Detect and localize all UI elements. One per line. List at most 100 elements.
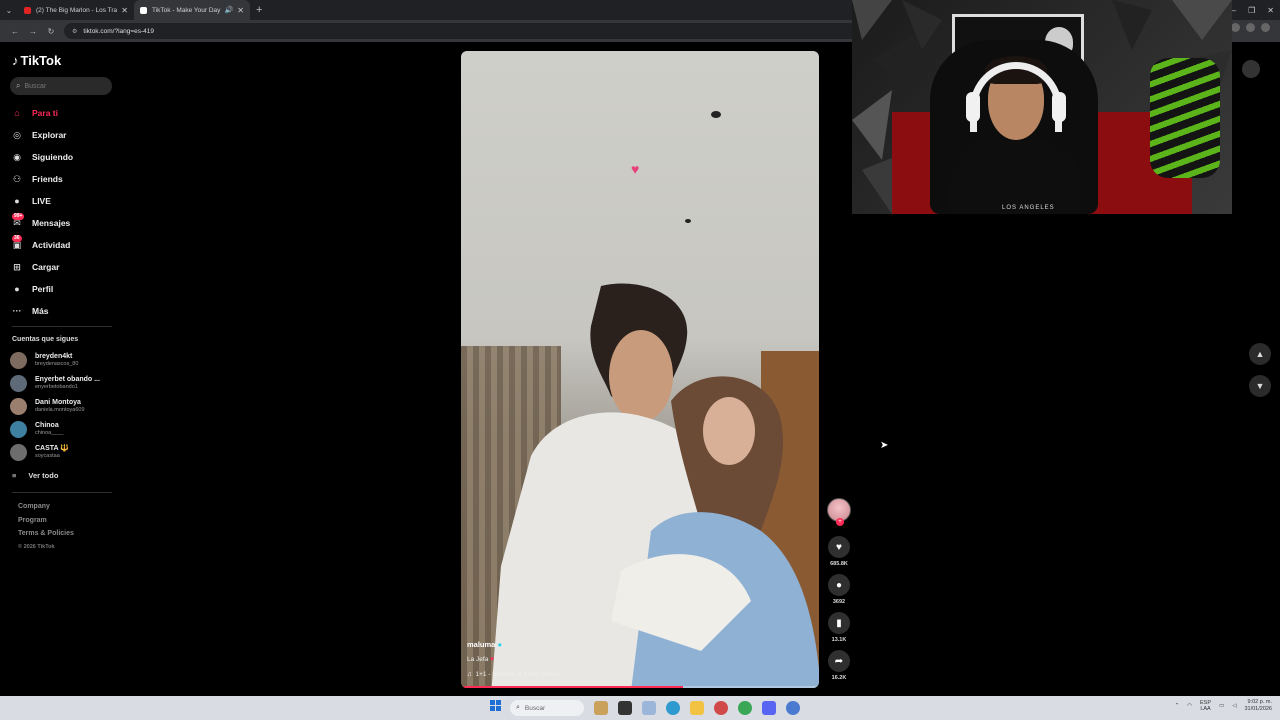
tiktok-note-icon: ♪	[12, 53, 19, 68]
clock-date: 31/01/2026	[1244, 705, 1272, 712]
video-progress-fill	[461, 686, 683, 688]
avatar	[10, 352, 27, 369]
compass-icon: ◎	[13, 129, 21, 140]
sidebar-item-label: Explorar	[32, 130, 67, 140]
task-view-icon[interactable]	[618, 701, 632, 715]
language-indicator[interactable]: ESP LAA	[1200, 700, 1211, 712]
search-box[interactable]: ⌕	[10, 77, 112, 95]
new-tab-button[interactable]: +	[256, 4, 262, 16]
sidebar-item-messages[interactable]: ✉ 99+ Mensajes	[10, 212, 120, 234]
video-progress-bar[interactable]	[461, 686, 819, 688]
account-name: Dani Montoya	[35, 399, 81, 406]
sidebar-item-live[interactable]: ● LIVE	[10, 190, 120, 212]
wifi-icon[interactable]: ◠	[1187, 703, 1192, 709]
user-avatar[interactable]	[1242, 60, 1260, 78]
tiktok-logo[interactable]: ♪ TikTok	[12, 53, 61, 68]
menu-icon[interactable]	[1261, 23, 1270, 32]
search-input[interactable]	[24, 82, 105, 90]
followed-account[interactable]: Chinoa chinoa____	[10, 418, 120, 441]
account-handle: daniela.montoya609	[35, 407, 85, 413]
sidebar-item-more[interactable]: ··· Más	[10, 300, 120, 322]
taskbar-apps	[594, 701, 800, 715]
clock[interactable]: 9:02 p. m. 31/01/2026	[1244, 699, 1272, 712]
save-button[interactable]: ▮	[828, 612, 850, 634]
account-handle: soycastaa	[35, 453, 60, 459]
widgets-icon[interactable]	[594, 701, 608, 715]
followed-account[interactable]: CASTA 🔱 soycastaa	[10, 441, 120, 464]
notification-badge: 36	[12, 235, 22, 242]
account-name: Enyerbet obando ...	[35, 376, 100, 383]
chrome-icon[interactable]	[738, 701, 752, 715]
close-window-icon[interactable]: ✕	[1267, 6, 1274, 15]
snipping-icon[interactable]	[642, 701, 656, 715]
close-tab-icon[interactable]: ✕	[237, 6, 244, 15]
sidebar-item-upload[interactable]: ⊞ Cargar	[10, 256, 120, 278]
followed-account[interactable]: Dani Montoya daniela.montoya609	[10, 395, 120, 418]
sidebar-item-friends[interactable]: ⚇ Friends	[10, 168, 120, 190]
like-button[interactable]: ♥	[828, 536, 850, 558]
footer-link[interactable]: Program	[18, 517, 74, 531]
sidebar-item-following[interactable]: ◉ Siguiendo	[10, 146, 120, 168]
video-music[interactable]: ♫ 1+1 - Maluma & Kany Garcia	[467, 671, 559, 678]
heart-icon: ♥	[836, 541, 842, 553]
share-button[interactable]: ➦	[828, 650, 850, 672]
taskbar-search-placeholder: Buscar	[524, 704, 546, 712]
lang-code: ESP	[1200, 699, 1212, 706]
profile-icon: ●	[14, 284, 20, 294]
footer-link[interactable]: Terms & Policies	[18, 530, 74, 544]
speaker-icon[interactable]: 🔊	[225, 6, 234, 14]
avatar	[10, 421, 27, 438]
upload-icon: ⊞	[13, 261, 21, 272]
network-icon[interactable]: ▭	[1219, 703, 1224, 709]
share-icon: ➦	[834, 655, 844, 667]
tab-search-icon[interactable]: ⌄	[0, 0, 18, 20]
tab-youtube[interactable]: (2) The Big Marlon - Los Trabaj ✕	[18, 0, 134, 20]
video-player[interactable]: ♥ maluma ● La Jefa ♥ ♫ 1+1 - Maluma & Ka…	[461, 51, 819, 688]
follow-plus-icon[interactable]: +	[836, 518, 844, 526]
forward-icon[interactable]: →	[24, 27, 42, 36]
followed-account[interactable]: breyden4kt breydenascos_80	[10, 349, 120, 372]
clock-time: 9:02 p. m.	[1247, 699, 1272, 705]
site-info-icon[interactable]: ⚙	[72, 28, 77, 35]
chevron-up-icon[interactable]: ⌃	[1175, 703, 1180, 709]
account-handle: breydenascos_80	[35, 361, 79, 367]
reload-icon[interactable]: ↻	[42, 27, 60, 36]
discord-icon[interactable]	[762, 701, 776, 715]
save-count: 13.1K	[831, 637, 847, 643]
sidebar-item-label: Cargar	[32, 262, 60, 272]
creator-avatar[interactable]: +	[827, 498, 851, 526]
windows-start-icon[interactable]	[490, 700, 502, 712]
followed-account[interactable]: Enyerbet obando ... enyerbetobando1	[10, 372, 120, 395]
sidebar-item-activity[interactable]: ▣ 36 Actividad	[10, 234, 120, 256]
app-icon[interactable]	[714, 701, 728, 715]
back-icon[interactable]: ←	[6, 27, 24, 36]
profile-avatar-icon[interactable]	[1246, 23, 1255, 32]
app-icon[interactable]	[786, 701, 800, 715]
previous-video-button[interactable]: ▲	[1249, 343, 1271, 365]
see-all-button[interactable]: ≡ Ver todo	[12, 471, 58, 480]
sidebar-item-home[interactable]: ⌂ Para ti	[10, 102, 120, 124]
home-icon: ⌂	[14, 108, 20, 118]
video-description: La Jefa ♥	[467, 656, 494, 663]
heart-sticker-icon: ♥	[631, 161, 640, 177]
file-explorer-icon[interactable]	[690, 701, 704, 715]
edge-icon[interactable]	[666, 701, 680, 715]
close-tab-icon[interactable]: ✕	[121, 6, 128, 15]
sidebar-item-profile[interactable]: ● Perfil	[10, 278, 120, 300]
taskbar-search[interactable]: ⌕ Buscar	[510, 700, 584, 716]
video-username[interactable]: maluma ●	[467, 640, 502, 649]
comment-button[interactable]: ●	[828, 574, 850, 596]
ceiling-light	[685, 219, 691, 223]
gaming-chair	[1150, 58, 1220, 178]
maximize-icon[interactable]: ❐	[1248, 6, 1255, 15]
extension-icon[interactable]	[1231, 23, 1240, 32]
sidebar-item-compass[interactable]: ◎ Explorar	[10, 124, 120, 146]
volume-icon[interactable]: ◁	[1232, 703, 1236, 709]
windows-taskbar: ⌕ Buscar ⌃ ◠ ESP LAA ▭ ◁ 9:02 p. m. 31/0…	[0, 696, 1280, 720]
footer-link[interactable]: Company	[18, 503, 74, 517]
next-video-button[interactable]: ▼	[1249, 375, 1271, 397]
logo-text: TikTok	[20, 53, 62, 68]
tab-tiktok[interactable]: TikTok - Make Your Day 🔊 ✕	[134, 0, 250, 20]
window-controls: — ❐ ✕	[1228, 0, 1274, 20]
footer-links: Company Program Terms & Policies © 2026 …	[18, 503, 74, 557]
